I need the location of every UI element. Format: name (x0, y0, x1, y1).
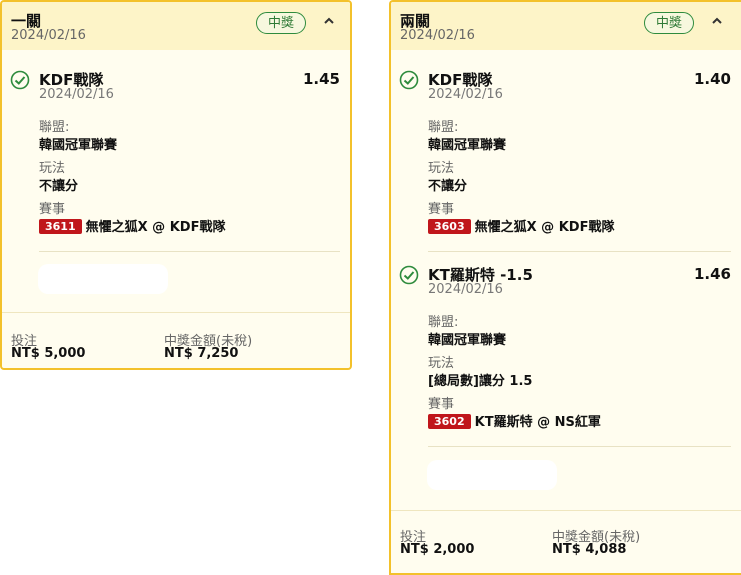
obscured-area (38, 264, 168, 294)
selection-date: 2024/02/16 (428, 87, 503, 102)
bet-card-single: 一關 2024/02/16 中獎 KDF戰隊 1.45 2024/02/16 聯… (0, 0, 352, 370)
event-label: 賽事 (39, 202, 66, 217)
bet-type-value: [總局數]讓分 1.5 (428, 374, 533, 389)
footer-divider (2, 312, 350, 313)
bet-type-value: 不讓分 (39, 179, 79, 194)
event-matchup: 無懼之狐X @ KDF戰隊 (474, 220, 615, 235)
card-header[interactable]: 一關 2024/02/16 中獎 (2, 2, 350, 50)
league-value: 韓國冠軍聯賽 (428, 138, 507, 153)
event-matchup: 無懼之狐X @ KDF戰隊 (85, 220, 226, 235)
payout-value: NT$ 7,250 (164, 346, 239, 361)
bet-type-value: 不讓分 (428, 179, 468, 194)
obscured-area (427, 460, 557, 490)
event-matchup: KT羅斯特 @ NS紅軍 (474, 415, 601, 430)
card-header[interactable]: 兩關 2024/02/16 中獎 (391, 2, 741, 50)
payout-value: NT$ 4,088 (552, 542, 627, 557)
league-label: 聯盟: (39, 120, 70, 135)
event-label: 賽事 (428, 397, 455, 412)
status-badge: 中獎 (644, 12, 695, 34)
event-value: 3603 無懼之狐X @ KDF戰隊 (428, 216, 614, 235)
event-value: 3611 無懼之狐X @ KDF戰隊 (39, 216, 225, 235)
status-badge: 中獎 (256, 12, 307, 34)
divider (428, 251, 731, 252)
selection-odds: 1.45 (302, 70, 340, 88)
divider (39, 251, 340, 252)
chevron-up-icon[interactable] (323, 14, 335, 30)
check-circle-icon (10, 70, 30, 90)
event-code-badge: 3602 (428, 414, 471, 429)
stake-value: NT$ 2,000 (400, 542, 475, 557)
bet-type-label: 玩法 (39, 161, 66, 176)
league-label: 聯盟: (428, 120, 459, 135)
check-circle-icon (399, 265, 419, 285)
selection-date: 2024/02/16 (39, 87, 114, 102)
check-circle-icon (399, 70, 419, 90)
bet-type-label: 玩法 (428, 356, 455, 371)
bet-card-parlay: 兩關 2024/02/16 中獎 KDF戰隊 1.40 2024/02/16 聯… (389, 0, 741, 575)
selection-odds: 1.46 (693, 265, 731, 283)
event-label: 賽事 (428, 202, 455, 217)
selection-date: 2024/02/16 (428, 282, 503, 297)
bet-date: 2024/02/16 (11, 28, 86, 43)
event-value: 3602 KT羅斯特 @ NS紅軍 (428, 411, 601, 430)
league-label: 聯盟: (428, 315, 459, 330)
divider (428, 446, 731, 447)
event-code-badge: 3611 (39, 219, 82, 234)
event-code-badge: 3603 (428, 219, 471, 234)
league-value: 韓國冠軍聯賽 (39, 138, 118, 153)
bet-type-label: 玩法 (428, 161, 455, 176)
stake-value: NT$ 5,000 (11, 346, 86, 361)
league-value: 韓國冠軍聯賽 (428, 333, 507, 348)
selection-odds: 1.40 (693, 70, 731, 88)
chevron-up-icon[interactable] (711, 14, 723, 30)
bet-date: 2024/02/16 (400, 28, 475, 43)
footer-divider (391, 510, 741, 511)
